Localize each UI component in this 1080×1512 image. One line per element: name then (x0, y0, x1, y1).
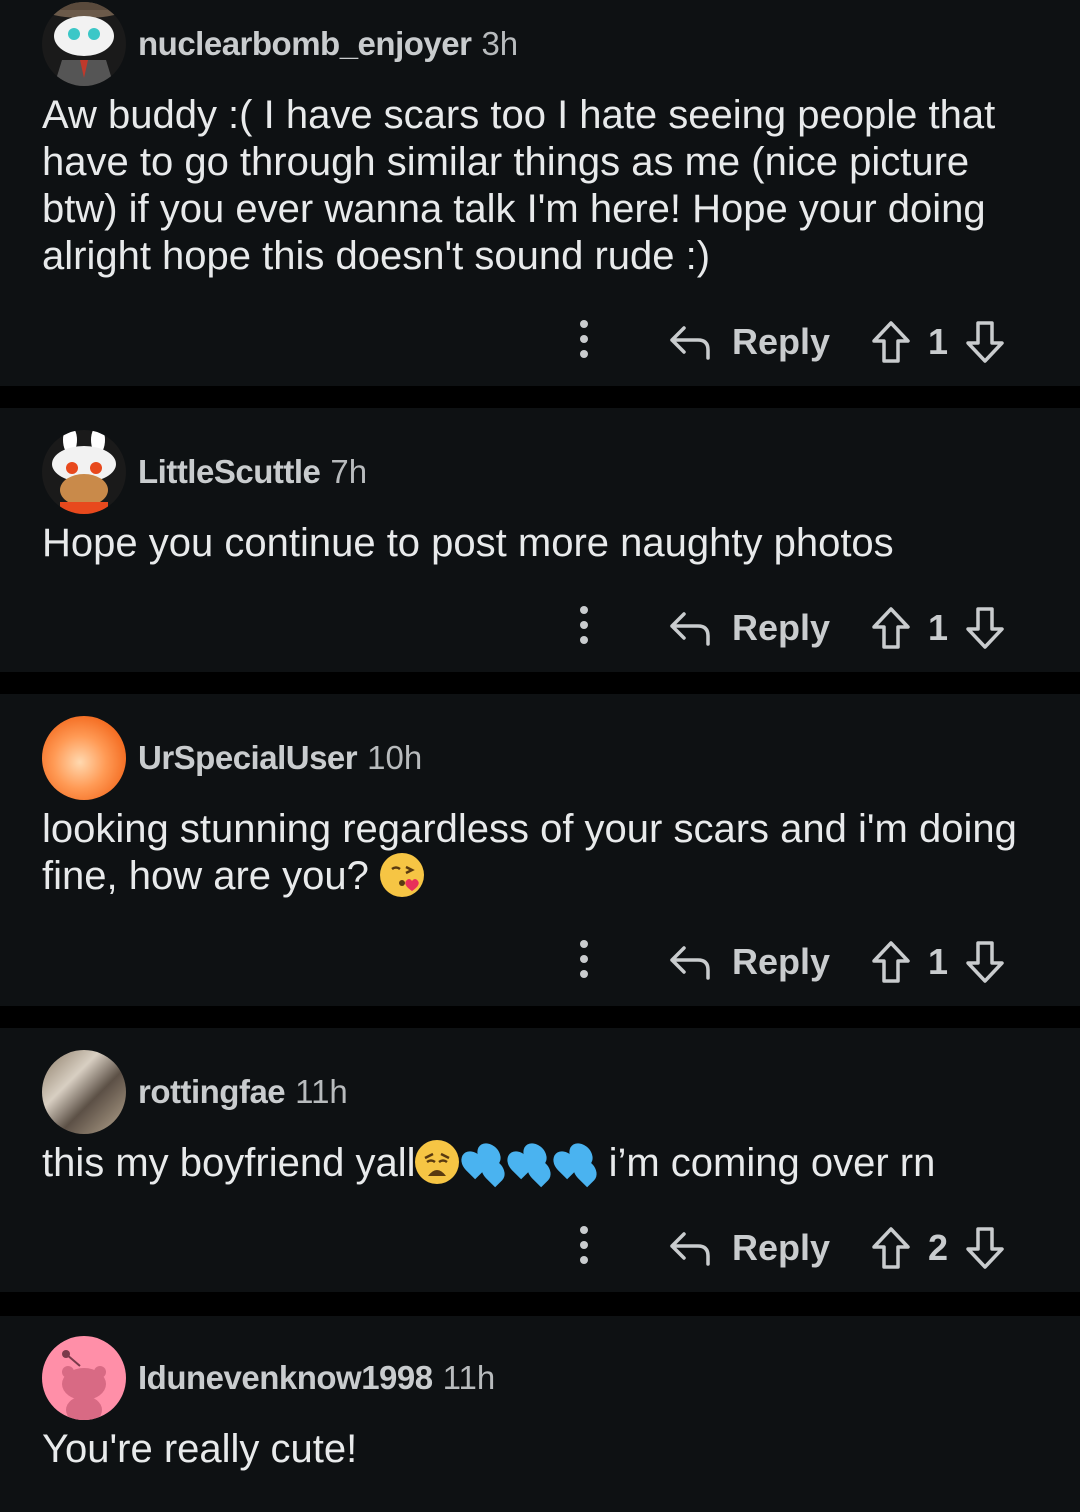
comment-card: Idunevenknow1998 11h You're really cute! (0, 1316, 1080, 1512)
sweat-droplets-icon (549, 1138, 602, 1188)
timestamp: 11h (295, 1073, 348, 1110)
downvote-icon[interactable] (964, 1225, 1006, 1271)
upvote-icon[interactable] (870, 319, 912, 365)
reply-label: Reply (732, 1227, 831, 1268)
reply-label: Reply (732, 321, 831, 362)
comment-body: this my boyfriend yall i’m coming over r… (42, 1138, 1042, 1188)
comment-header: rottingfae 11h (42, 1050, 348, 1134)
comment-actions: Reply 2 (560, 1220, 1030, 1280)
comment-text: this my boyfriend yall (42, 1141, 416, 1185)
username[interactable]: UrSpecialUser (138, 739, 358, 777)
reply-arrow-icon (670, 612, 710, 646)
downvote-icon[interactable] (964, 605, 1006, 651)
comment-header: UrSpecialUser 10h (42, 716, 422, 800)
reply-arrow-icon (670, 1232, 710, 1266)
comment-body: looking stunning regardless of your scar… (42, 806, 1042, 900)
sweat-droplets-icon (457, 1138, 510, 1188)
reply-label: Reply (732, 607, 831, 648)
comment-card: LittleScuttle 7h Hope you continue to po… (0, 408, 1080, 672)
sweat-droplets-icon (503, 1138, 556, 1188)
more-options-icon[interactable] (574, 602, 594, 652)
default-snoo-pink-avatar[interactable] (42, 1336, 126, 1420)
comment-body: Aw buddy :( I have scars too I hate seei… (42, 93, 996, 278)
comment-header: Idunevenknow1998 11h (42, 1336, 495, 1420)
comment-actions: Reply 1 (560, 314, 1030, 374)
vote-score: 1 (927, 941, 949, 982)
timestamp: 10h (367, 739, 423, 776)
comment-actions: Reply 1 (560, 934, 1030, 994)
vote-score: 1 (927, 607, 949, 648)
downvote-icon[interactable] (964, 939, 1006, 985)
more-options-icon[interactable] (574, 316, 594, 366)
more-options-icon[interactable] (574, 936, 594, 986)
downvote-icon[interactable] (964, 319, 1006, 365)
comment-header: nuclearbomb_enjoyer 3h (42, 2, 518, 86)
reply-arrow-icon (670, 946, 710, 980)
username[interactable]: nuclearbomb_enjoyer (138, 25, 472, 63)
orange-photo-avatar[interactable] (42, 716, 126, 800)
username[interactable]: rottingfae (138, 1073, 286, 1111)
comment-card: rottingfae 11h this my boyfriend yall i’… (0, 1028, 1080, 1292)
comment-actions: Reply 1 (560, 600, 1030, 660)
upvote-icon[interactable] (870, 1225, 912, 1271)
reply-arrow-icon (670, 326, 710, 360)
weary-face-icon (415, 1140, 460, 1184)
username[interactable]: Idunevenknow1998 (138, 1359, 433, 1397)
comment-body: Hope you continue to post more naughty p… (42, 521, 894, 565)
comment-header: LittleScuttle 7h (42, 430, 367, 514)
vote-score: 1 (927, 321, 949, 362)
comment-text-continued: i’m coming over rn (597, 1141, 936, 1185)
comment-card: UrSpecialUser 10h looking stunning regar… (0, 694, 1080, 1006)
upvote-icon[interactable] (870, 939, 912, 985)
reply-label: Reply (732, 941, 831, 982)
more-options-icon[interactable] (574, 1222, 594, 1272)
timestamp: 7h (330, 453, 368, 490)
vote-score: 2 (927, 1227, 949, 1268)
reply-button[interactable]: Reply (668, 314, 830, 370)
username[interactable]: LittleScuttle (138, 453, 321, 491)
reply-button[interactable]: Reply (668, 600, 830, 656)
photo-avatar[interactable] (42, 1050, 126, 1134)
vote-controls: 2 (870, 1220, 1006, 1276)
snoo-fedora-avatar[interactable] (42, 2, 126, 86)
comment-card: nuclearbomb_enjoyer 3h Aw buddy :( I hav… (0, 0, 1080, 386)
vote-controls: 1 (870, 934, 1006, 990)
vote-controls: 1 (870, 314, 1006, 370)
timestamp: 3h (481, 25, 519, 62)
timestamp: 11h (442, 1359, 496, 1396)
upvote-icon[interactable] (870, 605, 912, 651)
reply-button[interactable]: Reply (668, 934, 830, 990)
reply-button[interactable]: Reply (668, 1220, 830, 1276)
snoo-bunny-hat-avatar[interactable] (42, 430, 126, 514)
comment-body: You're really cute! (42, 1427, 358, 1471)
face-blowing-kiss-icon (380, 853, 424, 897)
comment-text: looking stunning regardless of your scar… (42, 807, 1017, 898)
vote-controls: 1 (870, 600, 1006, 656)
